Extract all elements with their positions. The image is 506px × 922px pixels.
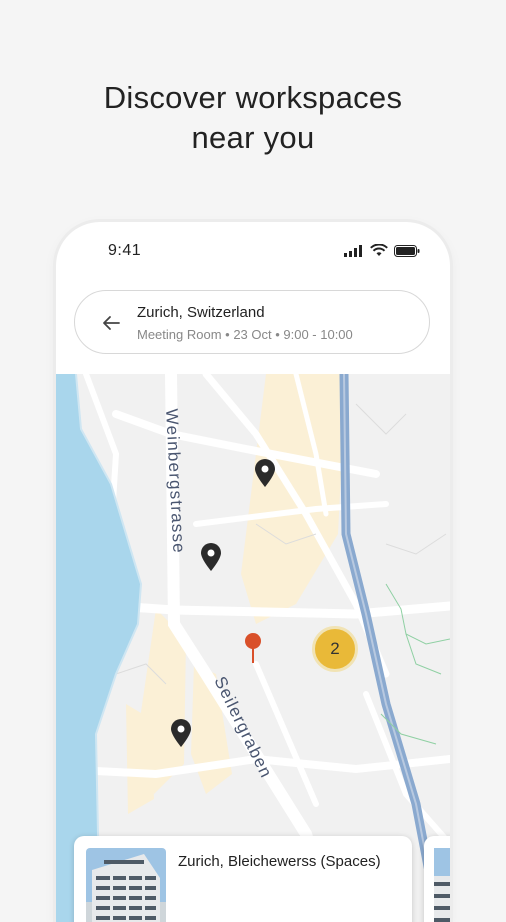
workspace-thumbnail (86, 848, 166, 922)
street-label-weinbergstrasse: Weinbergstrasse (162, 408, 189, 554)
wifi-icon (370, 244, 388, 256)
workspace-title: Zurich, Bleichewerss (Spaces) (178, 853, 381, 870)
status-time: 9:41 (108, 242, 142, 259)
arrow-left-icon[interactable] (99, 311, 123, 335)
search-details: Meeting Room • 23 Oct • 9:00 - 10:00 (137, 327, 353, 342)
current-location-pin (245, 633, 261, 663)
next-workspace-card[interactable] (424, 836, 450, 922)
search-summary-pill[interactable]: Zurich, Switzerland Meeting Room • 23 Oc… (74, 290, 430, 354)
battery-icon (394, 244, 420, 257)
workspace-marker-2[interactable] (200, 542, 222, 572)
workspace-marker-1[interactable] (254, 458, 276, 488)
marker-cluster[interactable]: 2 (312, 626, 358, 672)
headline: Discover workspaces near you (0, 78, 506, 158)
headline-line-1: Discover workspaces (103, 80, 403, 115)
signal-icon (344, 244, 362, 257)
workspace-marker-3[interactable] (170, 718, 192, 748)
workspace-card[interactable]: Zurich, Bleichewerss (Spaces) (74, 836, 412, 922)
search-location: Zurich, Switzerland (137, 304, 265, 321)
status-bar: 9:41 (56, 222, 450, 282)
phone-frame: 9:41 Zurich, Switzerland Meeting Room • … (56, 222, 450, 922)
headline-line-2: near you (191, 120, 315, 155)
status-icons (344, 244, 420, 257)
next-workspace-thumbnail (434, 848, 450, 922)
